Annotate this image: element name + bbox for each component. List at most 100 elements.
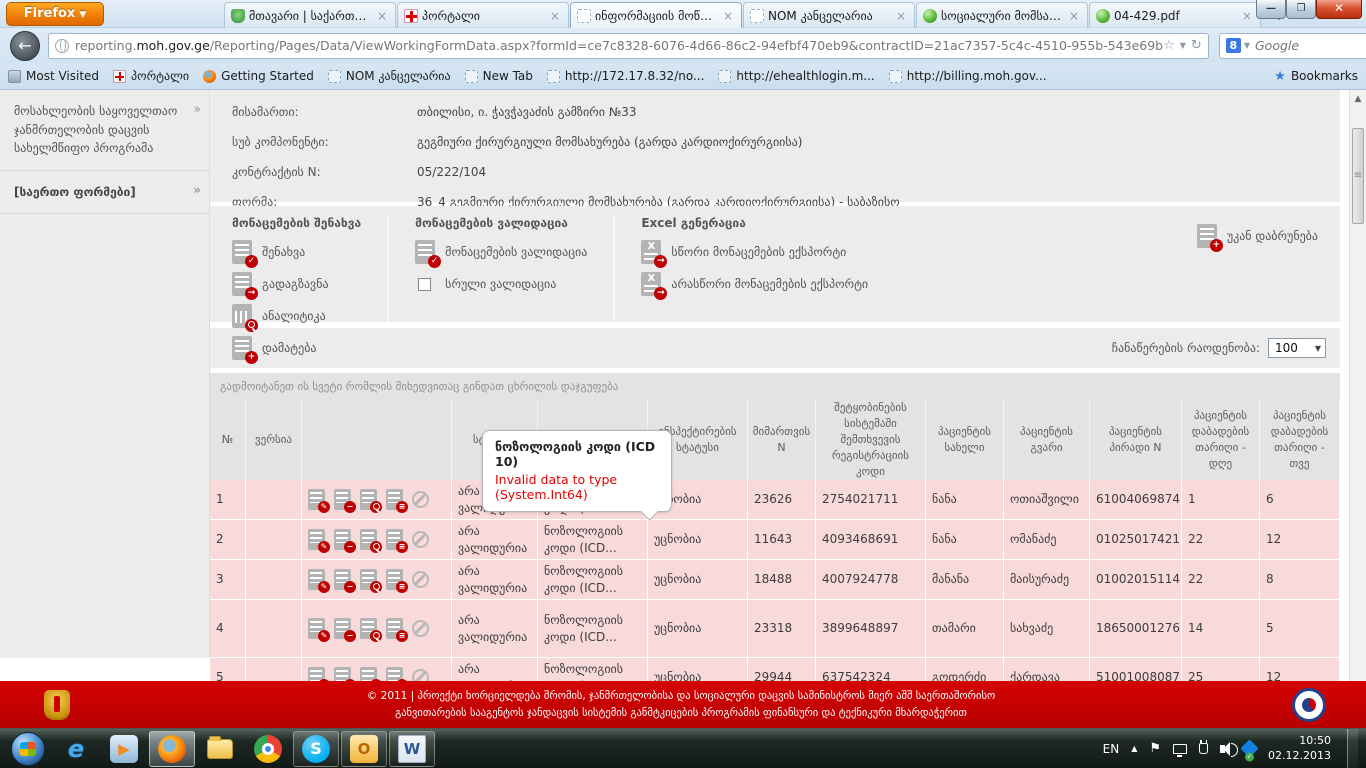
delete-record-icon[interactable]: − <box>334 529 351 550</box>
view-record-icon[interactable] <box>360 489 377 510</box>
minimize-button[interactable] <box>1256 0 1286 19</box>
bookmark-item[interactable]: http://ehealthlogin.m... <box>718 69 874 83</box>
column-header[interactable]: პაციენტის სახელი <box>926 400 1004 480</box>
url-text[interactable]: reporting.moh.gov.ge/Reporting/Pages/Dat… <box>75 38 1163 53</box>
show-desktop-button[interactable] <box>1347 729 1358 768</box>
sidebar-item[interactable]: [საერთო ფორმები]» <box>0 171 209 215</box>
view-record-icon[interactable] <box>360 569 377 590</box>
tab-close-icon[interactable]: × <box>894 9 908 23</box>
bookmark-item[interactable]: http://172.17.8.32/no... <box>547 69 705 83</box>
scrollbar-thumb[interactable] <box>1352 128 1364 224</box>
toolbar-action[interactable]: სრული ვალიდაცია <box>415 271 587 297</box>
column-header[interactable]: პაციენტის გვარი <box>1004 400 1090 480</box>
volume-icon[interactable] <box>1220 745 1225 753</box>
search-input[interactable] <box>1255 38 1366 53</box>
tab-close-icon[interactable]: × <box>721 9 735 23</box>
column-header[interactable]: მიმართვის N <box>748 400 816 480</box>
taskbar-firefox-button[interactable] <box>149 731 195 767</box>
edit-record-icon[interactable]: ✎ <box>308 667 325 681</box>
view-record-icon[interactable] <box>360 667 377 681</box>
bookmark-item[interactable]: Getting Started <box>203 69 314 83</box>
search-box[interactable]: 8 ▼ <box>1219 33 1366 59</box>
tray-expand-icon[interactable]: ▲ <box>1131 744 1137 753</box>
toolbar-action[interactable]: →სწორი მონაცემების ექსპორტი <box>641 239 868 265</box>
column-header[interactable]: № <box>210 400 246 480</box>
column-header[interactable]: ვერსია <box>246 400 302 480</box>
column-header[interactable] <box>302 400 452 480</box>
taskbar-wmp-button[interactable] <box>101 731 147 767</box>
toolbar-action[interactable]: ანალიტიკა <box>232 303 361 329</box>
checkbox[interactable] <box>418 278 431 291</box>
browser-tab[interactable]: ინფორმაციის მოწოდება× <box>570 2 742 28</box>
dropbox-icon[interactable] <box>1240 739 1258 757</box>
column-header[interactable]: პაციენტის პირადი N <box>1090 400 1182 480</box>
go-back-button[interactable]: + უკან დაბრუნება <box>1197 224 1318 248</box>
vertical-scrollbar[interactable]: ▲ <box>1349 90 1366 681</box>
firefox-menu-button[interactable]: Firefox▼ <box>6 2 104 26</box>
taskbar-outlook-button[interactable] <box>341 731 387 767</box>
record-log-icon[interactable]: ≡ <box>386 489 403 510</box>
view-record-icon[interactable] <box>360 529 377 550</box>
column-header[interactable]: პაციენტის დაბადების თარიღი - თვე <box>1260 400 1340 480</box>
green-orb-icon <box>923 9 937 23</box>
browser-tab[interactable]: პორტალი× <box>397 2 569 28</box>
bookmark-item[interactable]: NOM კანცელარია <box>328 69 451 83</box>
toolbar-action[interactable]: →არასწორი მონაცემების ექსპორტი <box>641 271 868 297</box>
bookmark-star-icon[interactable]: ☆ <box>1163 38 1175 53</box>
power-icon[interactable] <box>1199 743 1208 754</box>
records-count-select[interactable]: 100 ▼ <box>1268 338 1326 358</box>
bookmarks-menu[interactable]: ★ Bookmarks <box>1274 69 1358 84</box>
taskbar-start-button[interactable] <box>5 731 51 767</box>
browser-tab[interactable]: 04-429.pdf× <box>1089 2 1261 28</box>
action-center-flag-icon[interactable]: ⚑ <box>1149 741 1161 756</box>
restore-button[interactable] <box>1286 0 1316 19</box>
language-indicator[interactable]: EN <box>1103 742 1120 756</box>
tab-close-icon[interactable]: × <box>375 9 389 23</box>
delete-record-icon[interactable]: − <box>334 489 351 510</box>
network-icon[interactable] <box>1173 744 1187 754</box>
edit-record-icon[interactable]: ✎ <box>308 569 325 590</box>
search-engine-dropdown-icon[interactable]: ▼ <box>1244 41 1250 50</box>
url-bar[interactable]: reporting.moh.gov.ge/Reporting/Pages/Dat… <box>48 33 1209 59</box>
bookmark-item[interactable]: http://billing.moh.gov... <box>889 69 1047 83</box>
close-button[interactable] <box>1316 0 1362 19</box>
view-record-icon[interactable] <box>360 618 377 639</box>
taskbar-ie-button[interactable] <box>53 731 99 767</box>
taskbar-word-button[interactable] <box>389 731 435 767</box>
column-header[interactable]: პაციენტის დაბადების თარიღი - დღე <box>1182 400 1260 480</box>
taskbar-explorer-button[interactable] <box>197 731 243 767</box>
taskbar-skype-button[interactable] <box>293 731 339 767</box>
record-log-icon[interactable]: ≡ <box>386 529 403 550</box>
reload-icon[interactable]: ↻ <box>1191 38 1202 53</box>
edit-record-icon[interactable]: ✎ <box>308 529 325 550</box>
tab-close-icon[interactable]: × <box>1240 9 1254 23</box>
back-button[interactable]: ← <box>10 31 40 61</box>
site-identity-globe-icon[interactable] <box>55 39 69 53</box>
delete-record-icon[interactable]: − <box>334 667 351 681</box>
record-log-icon[interactable]: ≡ <box>386 569 403 590</box>
tab-close-icon[interactable]: × <box>548 9 562 23</box>
bookmark-item[interactable]: New Tab <box>465 69 533 83</box>
browser-tab[interactable]: NOM კანცელარია× <box>743 2 915 28</box>
edit-record-icon[interactable]: ✎ <box>308 489 325 510</box>
record-log-icon[interactable]: ≡ <box>386 618 403 639</box>
tab-close-icon[interactable]: × <box>1067 9 1081 23</box>
record-log-icon[interactable]: ≡ <box>386 667 403 681</box>
url-dropdown-icon[interactable]: ▼ <box>1180 41 1186 50</box>
browser-tab[interactable]: სოციალური მომსახურე...× <box>916 2 1088 28</box>
toolbar-action[interactable]: ✓მონაცემების ვალიდაცია <box>415 239 587 265</box>
browser-tab[interactable]: მთავარი | საქართველ...× <box>224 2 396 28</box>
clock[interactable]: 10:50 02.12.2013 <box>1268 734 1335 764</box>
sidebar-item[interactable]: მოსახლეობის საყოველთაო ჯანმრთელობის დაცვ… <box>0 90 209 171</box>
column-header[interactable]: შეტყობინების სისტემაში შემთხვევის რეგისტ… <box>816 400 926 480</box>
bookmark-item[interactable]: Most Visited <box>8 69 99 83</box>
toolbar-action[interactable]: →გადაგზავნა <box>232 271 361 297</box>
edit-record-icon[interactable]: ✎ <box>308 618 325 639</box>
scroll-up-arrow-icon[interactable]: ▲ <box>1350 90 1366 104</box>
add-record-button[interactable]: + დამატება <box>232 336 317 360</box>
bookmark-item[interactable]: პორტალი <box>113 69 189 83</box>
delete-record-icon[interactable]: − <box>334 618 351 639</box>
toolbar-action[interactable]: ✓შენახვა <box>232 239 361 265</box>
taskbar-chrome-button[interactable] <box>245 731 291 767</box>
delete-record-icon[interactable]: − <box>334 569 351 590</box>
